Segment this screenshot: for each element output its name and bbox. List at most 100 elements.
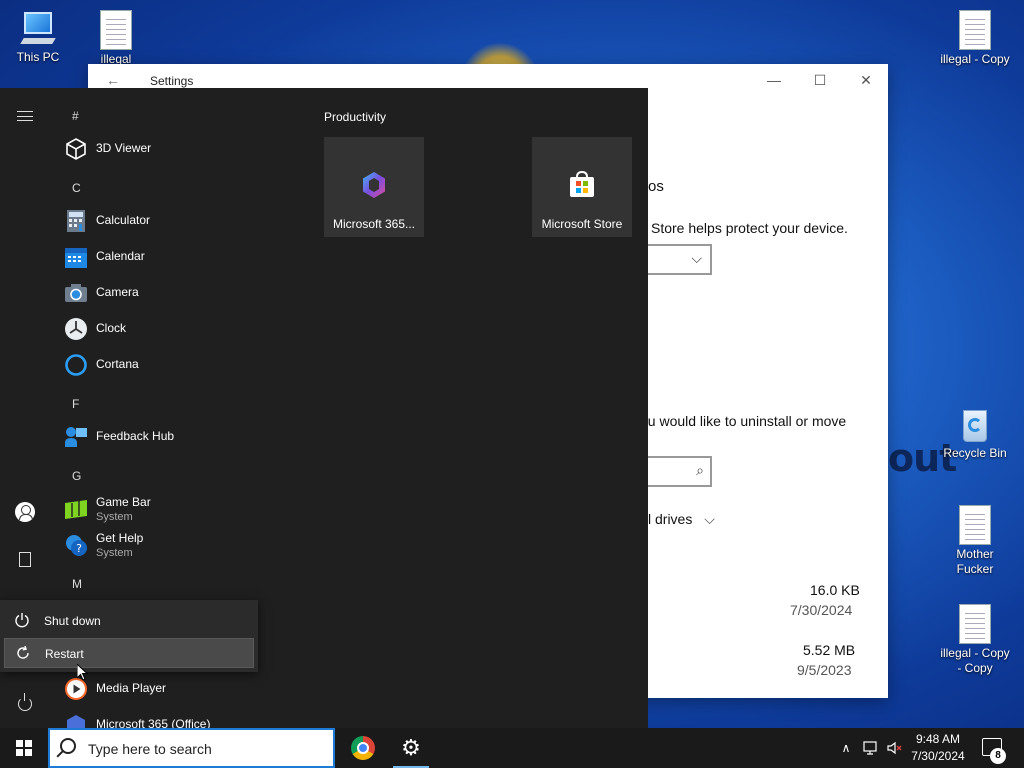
restart-option[interactable]: Restart	[4, 638, 254, 668]
app-name: Microsoft 365 (Office)	[96, 717, 211, 728]
app-item-cortana[interactable]: Cortana	[64, 350, 304, 380]
gear-icon: ⚙	[401, 735, 421, 760]
recycle-bin-icon	[957, 404, 993, 444]
chevron-down-icon: ⌵	[691, 250, 702, 266]
app-name: Calculator	[96, 213, 151, 227]
app-subtitle: System	[96, 511, 133, 523]
drives-label: l drives	[648, 511, 693, 527]
user-account-button[interactable]	[12, 499, 38, 525]
svg-text:?: ?	[76, 542, 82, 555]
filter-drives-dropdown[interactable]: l drives ⌵	[648, 511, 715, 528]
notification-count-badge: 8	[990, 748, 1006, 764]
text-document-icon	[959, 505, 991, 545]
letter-header-f[interactable]: F	[72, 397, 79, 411]
desktop-icon-illegal-copy[interactable]: illegal - Copy	[937, 10, 1013, 67]
user-icon	[15, 502, 35, 522]
microsoft-365-icon	[363, 172, 385, 198]
app-name: Get Help	[96, 531, 144, 545]
power-options-menu[interactable]: Shut down Restart	[0, 600, 258, 672]
uninstall-move-text: ou would like to uninstall or move	[640, 413, 847, 429]
letter-header-c[interactable]: C	[72, 181, 81, 195]
app-item-3d-viewer[interactable]: 3D Viewer	[64, 134, 304, 164]
back-arrow-icon[interactable]: ←	[106, 72, 120, 88]
desktop-icon-label: Recycle Bin	[943, 446, 1007, 460]
desktop-icon-illegal-copy-copy[interactable]: illegal - Copy - Copy	[937, 604, 1013, 676]
mouse-cursor-icon	[77, 664, 89, 681]
power-icon	[18, 693, 32, 711]
app-size-2: 5.52 MB	[803, 642, 856, 658]
section-title-fragment: os	[648, 178, 664, 195]
chrome-icon	[351, 736, 375, 760]
app-item-get-help[interactable]: ? Get Help System	[64, 530, 304, 560]
start-button[interactable]	[0, 728, 48, 768]
letter-header-g[interactable]: G	[72, 469, 81, 483]
app-name: 3D Viewer	[96, 141, 152, 155]
microsoft-store-icon	[570, 170, 594, 197]
shut-down-label: Shut down	[44, 614, 101, 628]
clock-date: 7/30/2024	[911, 749, 965, 763]
documents-button[interactable]	[12, 547, 38, 573]
volume-muted-icon[interactable]	[886, 740, 902, 756]
app-item-clock[interactable]: Clock	[64, 314, 304, 344]
app-search-input[interactable]: ⌕	[648, 456, 712, 487]
camera-icon	[65, 284, 87, 302]
hamburger-menu-icon[interactable]	[17, 111, 33, 121]
text-document-icon	[959, 604, 991, 644]
calculator-icon	[67, 210, 85, 232]
clock-time: 9:48 AM	[915, 732, 961, 746]
desktop-icon-label: illegal - Copy	[940, 52, 1010, 66]
desktop-icon-label: This PC	[16, 50, 60, 64]
app-name: Cortana	[96, 357, 139, 371]
document-icon	[19, 552, 31, 567]
cube-icon	[66, 138, 86, 160]
tile-microsoft-store[interactable]: Microsoft Store	[532, 137, 632, 237]
app-name: Camera	[96, 285, 139, 299]
app-date-1: 7/30/2024	[790, 602, 853, 618]
app-item-feedback-hub[interactable]: Feedback Hub	[64, 422, 304, 452]
app-name: Game Bar	[96, 495, 151, 509]
app-item-calendar[interactable]: Calendar	[64, 242, 304, 272]
close-icon[interactable]: ✕	[856, 72, 876, 89]
app-source-dropdown[interactable]: ⌵	[648, 244, 712, 275]
app-item-camera[interactable]: Camera	[64, 278, 304, 308]
microsoft-365-icon	[67, 715, 85, 728]
maximize-icon[interactable]: ☐	[810, 72, 830, 89]
tile-microsoft-365[interactable]: Microsoft 365...	[324, 137, 424, 237]
taskbar-settings[interactable]: ⚙	[387, 728, 435, 768]
app-name: Feedback Hub	[96, 429, 175, 443]
desktop-icon-this-pc[interactable]: This PC	[0, 10, 76, 65]
clock-icon	[65, 318, 87, 340]
chevron-down-icon: ⌵	[704, 511, 715, 527]
tile-group-title[interactable]: Productivity	[324, 110, 386, 124]
desktop-icon-label: illegal - Copy - Copy	[940, 646, 1010, 675]
app-item-media-player[interactable]: Media Player	[64, 674, 304, 704]
search-icon	[60, 738, 76, 754]
desktop-icon-recycle-bin[interactable]: Recycle Bin	[937, 404, 1013, 461]
taskbar-clock[interactable]: 9:48 AM 7/30/2024	[908, 731, 968, 765]
computer-icon	[18, 10, 58, 48]
cortana-icon	[65, 354, 87, 376]
game-bar-icon	[65, 500, 87, 519]
desktop-icon-illegal[interactable]: illegal	[78, 10, 154, 67]
power-icon	[15, 613, 29, 628]
minimize-icon[interactable]: —	[764, 72, 784, 88]
taskbar-search-box[interactable]: Type here to search	[48, 728, 335, 768]
show-hidden-icons-chevron-icon[interactable]: ∧	[838, 740, 854, 756]
network-icon[interactable]	[862, 740, 878, 756]
store-protect-text: Store helps protect your device.	[651, 220, 848, 236]
settings-title: Settings	[150, 74, 194, 88]
app-item-game-bar[interactable]: Game Bar System	[64, 494, 304, 524]
tile-label: Microsoft Store	[541, 217, 623, 231]
app-name: Calendar	[96, 249, 145, 263]
app-date-2: 9/5/2023	[797, 662, 852, 678]
app-name: Clock	[96, 321, 127, 335]
app-item-microsoft-365[interactable]: Microsoft 365 (Office)	[64, 710, 304, 728]
taskbar-chrome[interactable]	[339, 728, 387, 768]
letter-header-m[interactable]: M	[72, 577, 82, 591]
restart-label: Restart	[45, 647, 84, 661]
app-item-calculator[interactable]: Calculator	[64, 206, 304, 236]
shut-down-option[interactable]: Shut down	[4, 606, 254, 636]
letter-header-hash[interactable]: #	[72, 109, 79, 123]
power-button[interactable]	[12, 691, 38, 717]
desktop-icon-mother[interactable]: Mother Fucker	[937, 505, 1013, 577]
